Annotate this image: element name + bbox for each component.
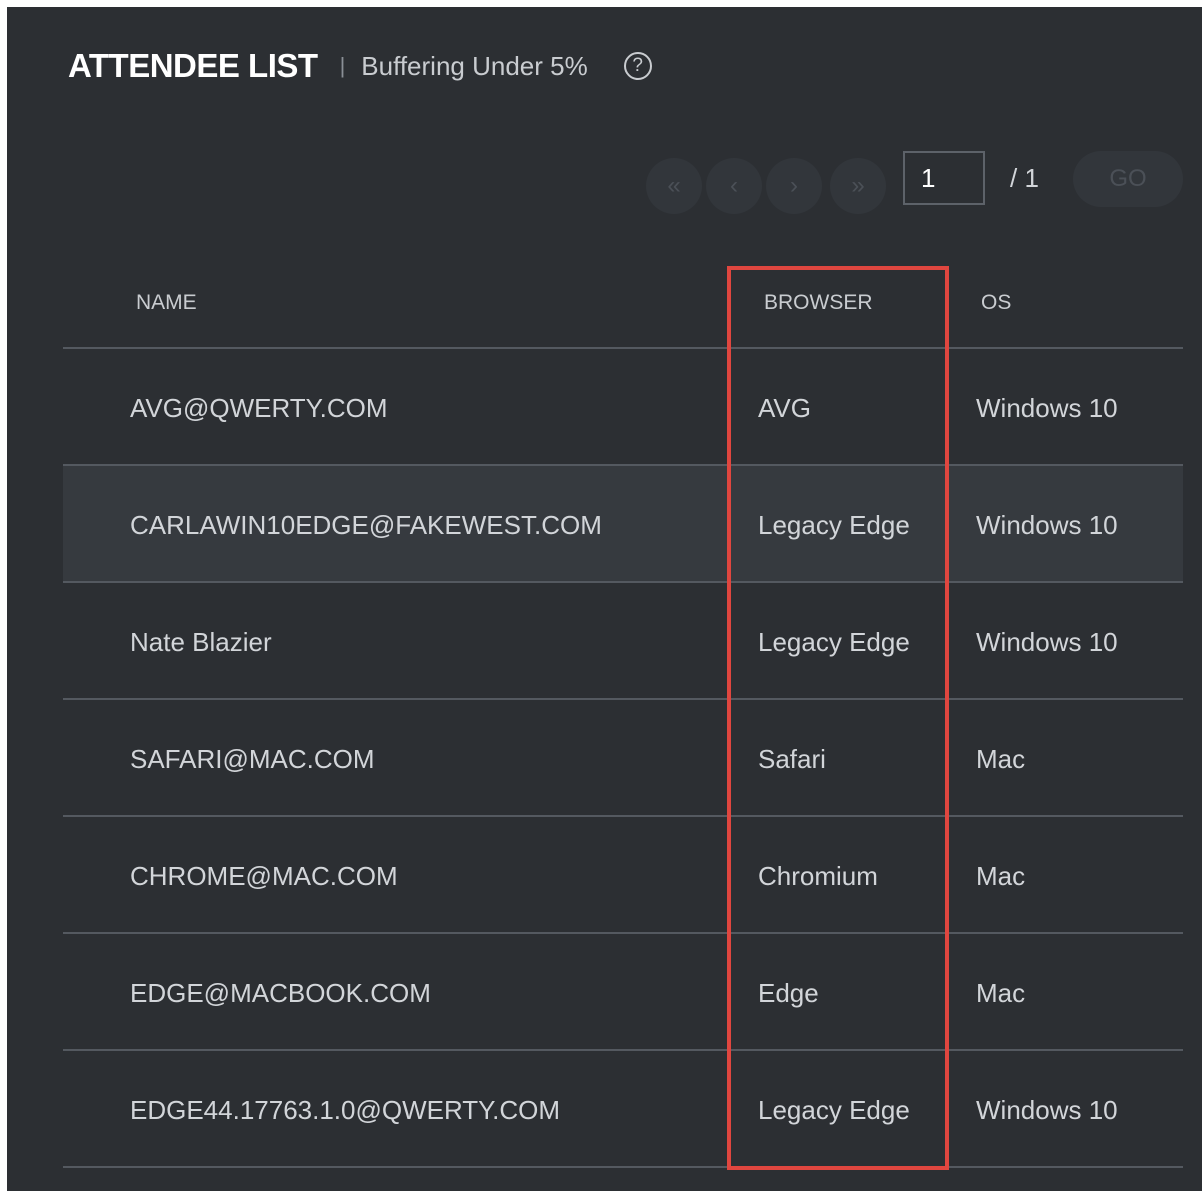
help-icon[interactable]: ? [623, 52, 652, 80]
table-row[interactable]: Nate Blazier Legacy Edge Windows 10 [63, 583, 1183, 700]
next-page-button[interactable]: › [766, 158, 822, 214]
chevron-left-icon: ‹ [730, 172, 738, 199]
column-header-name[interactable]: NAME [136, 291, 197, 315]
cell-os: Windows 10 [976, 1095, 1118, 1125]
cell-name: CARLAWIN10EDGE@FAKEWEST.COM [130, 510, 602, 540]
cell-os: Windows 10 [976, 510, 1118, 540]
cell-browser: Legacy Edge [758, 510, 910, 540]
table-row[interactable]: EDGE@MACBOOK.COM Edge Mac [63, 934, 1183, 1051]
cell-os: Mac [976, 861, 1026, 891]
table-header: NAME BROWSER OS [63, 261, 1183, 349]
cell-name: EDGE@MACBOOK.COM [130, 978, 431, 1008]
chevron-right-icon: › [790, 172, 798, 199]
pagination: « ‹ › » / 1 GO [7, 151, 1202, 214]
double-chevron-right-icon: » [851, 172, 865, 199]
table-row[interactable]: AVG@QWERTY.COM AVG Windows 10 [63, 349, 1183, 466]
double-chevron-left-icon: « [667, 172, 681, 199]
cell-browser: Safari [758, 744, 826, 774]
go-button[interactable]: GO [1073, 151, 1183, 207]
table-row[interactable]: SAFARI@MAC.COM Safari Mac [63, 700, 1183, 817]
cell-browser: AVG [758, 393, 811, 423]
cell-os: Mac [976, 978, 1026, 1008]
cell-name: SAFARI@MAC.COM [130, 744, 375, 774]
table-row[interactable]: CHROME@MAC.COM Chromium Mac [63, 817, 1183, 934]
cell-browser: Legacy Edge [758, 1095, 910, 1125]
cell-browser: Legacy Edge [758, 627, 910, 657]
cell-browser: Chromium [758, 861, 878, 891]
attendee-list-panel: ATTENDEE LIST | Buffering Under 5% ? « ‹… [7, 7, 1202, 1191]
filter-subtitle: Buffering Under 5% [361, 50, 588, 81]
prev-page-button[interactable]: ‹ [706, 158, 762, 214]
cell-name: Nate Blazier [130, 627, 272, 657]
page-title: ATTENDEE LIST [68, 47, 318, 84]
page-number-input[interactable] [903, 151, 985, 205]
page-total: / 1 [1010, 163, 1039, 193]
table-row[interactable]: CARLAWIN10EDGE@FAKEWEST.COM Legacy Edge … [63, 466, 1183, 583]
header: ATTENDEE LIST | Buffering Under 5% ? [68, 43, 652, 89]
cell-os: Windows 10 [976, 393, 1118, 423]
cell-os: Mac [976, 744, 1026, 774]
cell-name: CHROME@MAC.COM [130, 861, 398, 891]
table-row[interactable]: EDGE44.17763.1.0@QWERTY.COM Legacy Edge … [63, 1051, 1183, 1168]
cell-name: EDGE44.17763.1.0@QWERTY.COM [130, 1095, 561, 1125]
title-divider: | [339, 53, 346, 78]
column-header-browser[interactable]: BROWSER [764, 291, 873, 315]
cell-browser: Edge [758, 978, 819, 1008]
column-header-os[interactable]: OS [981, 291, 1011, 315]
attendee-table: NAME BROWSER OS AVG@QWERTY.COM AVG Windo… [63, 261, 1183, 1168]
first-page-button[interactable]: « [646, 158, 702, 214]
last-page-button[interactable]: » [830, 158, 886, 214]
cell-os: Windows 10 [976, 627, 1118, 657]
cell-name: AVG@QWERTY.COM [130, 393, 388, 423]
